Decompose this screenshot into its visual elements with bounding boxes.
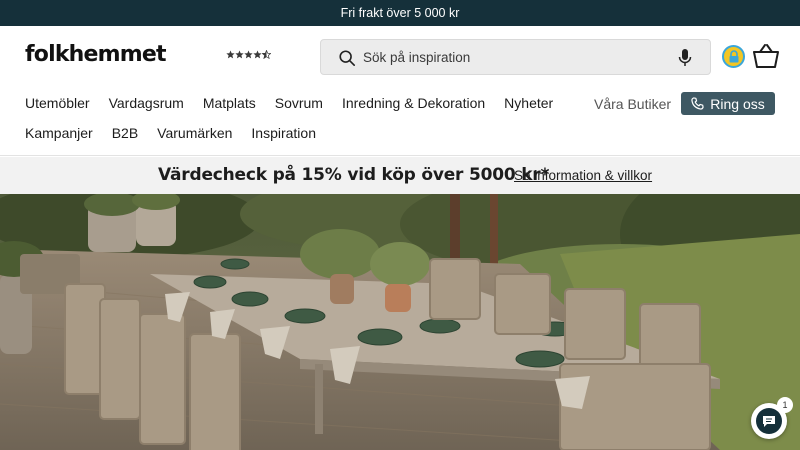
chat-icon-circle	[756, 408, 782, 434]
microphone-icon[interactable]	[677, 48, 693, 68]
phone-icon	[691, 97, 704, 110]
chat-widget-button[interactable]: 1	[751, 397, 793, 439]
rating-stars[interactable]	[226, 50, 271, 59]
nav-item-matplats[interactable]: Matplats	[203, 95, 256, 111]
announcement-text: Fri frakt över 5 000 kr	[340, 6, 460, 20]
main-nav-row-1: Utemöbler Vardagsrum Matplats Sovrum Inr…	[25, 95, 572, 111]
hero-image[interactable]	[0, 194, 800, 450]
logo[interactable]: folkhemmet	[25, 42, 167, 67]
half-star-icon	[262, 50, 271, 59]
call-button[interactable]: Ring oss	[681, 92, 775, 115]
promo-terms-link[interactable]: Se information & villkor	[514, 168, 652, 183]
search-icon[interactable]	[338, 49, 356, 67]
nav-item-varumarken[interactable]: Varumärken	[157, 125, 232, 141]
nav-item-kampanjer[interactable]: Kampanjer	[25, 125, 93, 141]
nav-item-inspiration[interactable]: Inspiration	[251, 125, 316, 141]
nav-item-inredning[interactable]: Inredning & Dekoration	[342, 95, 485, 111]
star-icon	[244, 50, 253, 59]
nav-item-vardagsrum[interactable]: Vardagsrum	[109, 95, 184, 111]
call-button-label: Ring oss	[710, 95, 765, 112]
chat-unread-count: 1	[777, 397, 793, 413]
star-icon	[226, 50, 235, 59]
lock-icon	[729, 50, 738, 63]
search-input[interactable]	[363, 44, 663, 70]
stores-link[interactable]: Våra Butiker	[594, 96, 671, 112]
site-header: folkhemmet Utemöbler Vardagsrum Matplats…	[0, 26, 800, 156]
promo-text: Värdecheck på 15% vid köp över 5000 kr*	[158, 165, 550, 185]
basket-icon[interactable]	[752, 43, 780, 69]
trust-badge-icon[interactable]	[722, 45, 745, 68]
star-icon	[253, 50, 262, 59]
star-icon	[235, 50, 244, 59]
search-bar[interactable]	[320, 39, 711, 75]
outdoor-dining-scene	[0, 194, 800, 450]
chat-icon	[763, 415, 775, 427]
nav-item-utemobler[interactable]: Utemöbler	[25, 95, 90, 111]
promo-bar: Värdecheck på 15% vid köp över 5000 kr* …	[0, 157, 800, 194]
nav-item-sovrum[interactable]: Sovrum	[275, 95, 323, 111]
announcement-bar: Fri frakt över 5 000 kr	[0, 0, 800, 26]
nav-item-b2b[interactable]: B2B	[112, 125, 138, 141]
nav-item-nyheter[interactable]: Nyheter	[504, 95, 553, 111]
main-nav-row-2: Kampanjer B2B Varumärken Inspiration	[25, 125, 335, 141]
